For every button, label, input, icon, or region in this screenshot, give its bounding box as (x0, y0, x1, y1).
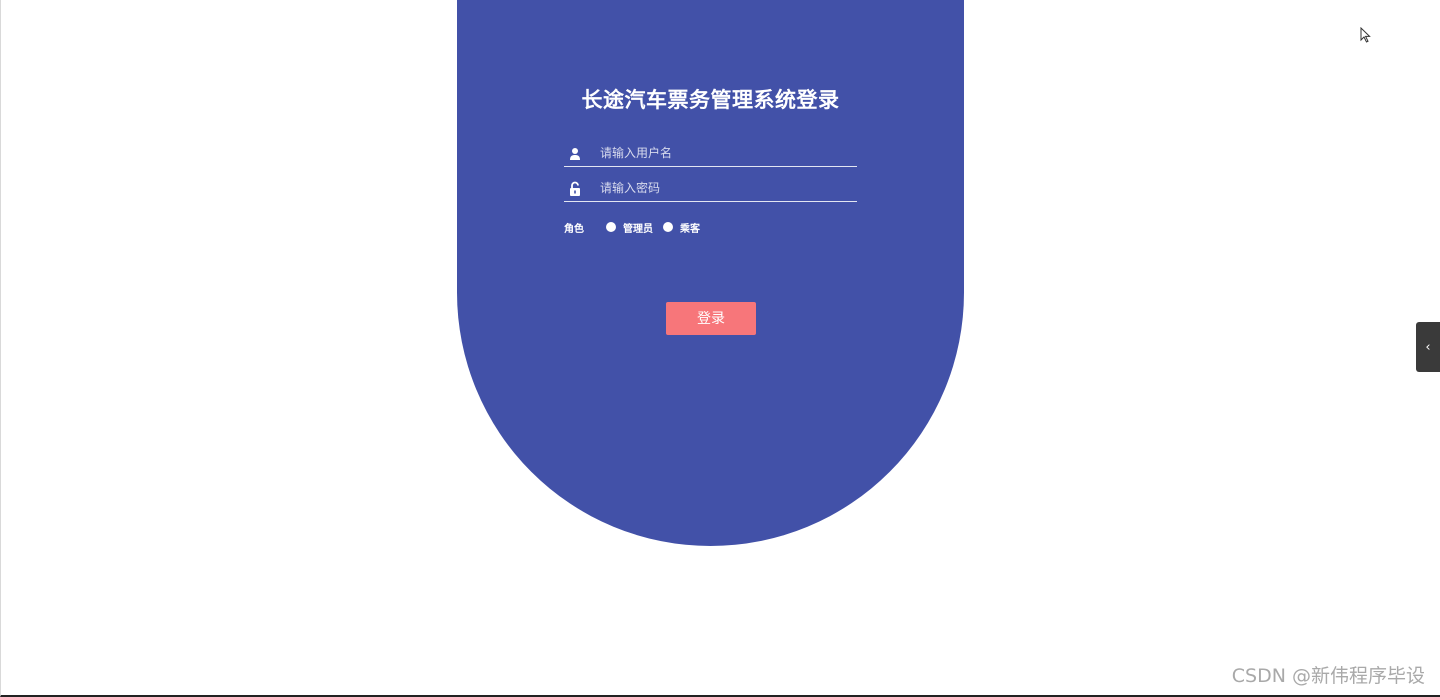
lock-icon (568, 181, 582, 197)
login-button[interactable]: 登录 (666, 302, 756, 335)
radio-circle-icon[interactable] (606, 222, 616, 232)
page: 长途汽车票务管理系统登录 角色 (0, 0, 1440, 697)
role-selector: 角色 管理员 乘客 (564, 218, 710, 236)
password-field[interactable] (564, 177, 857, 202)
chevron-left-icon: ‹ (1425, 339, 1431, 355)
login-title: 长途汽车票务管理系统登录 (581, 88, 840, 112)
mouse-cursor-icon (1360, 27, 1371, 43)
password-input[interactable] (600, 177, 850, 199)
radio-circle-icon[interactable] (663, 222, 673, 232)
login-panel: 长途汽车票务管理系统登录 角色 (457, 0, 964, 546)
user-icon (568, 146, 582, 162)
role-option-label: 乘客 (680, 223, 700, 235)
role-label: 角色 (564, 223, 584, 235)
role-option-admin[interactable]: 管理员 (606, 220, 653, 235)
side-panel-toggle[interactable]: ‹ (1416, 322, 1440, 372)
role-option-passenger[interactable]: 乘客 (663, 220, 700, 235)
username-field[interactable] (564, 142, 857, 167)
username-input[interactable] (600, 142, 850, 164)
watermark: CSDN @新伟程序毕设 (1231, 665, 1425, 687)
role-option-label: 管理员 (623, 223, 653, 235)
